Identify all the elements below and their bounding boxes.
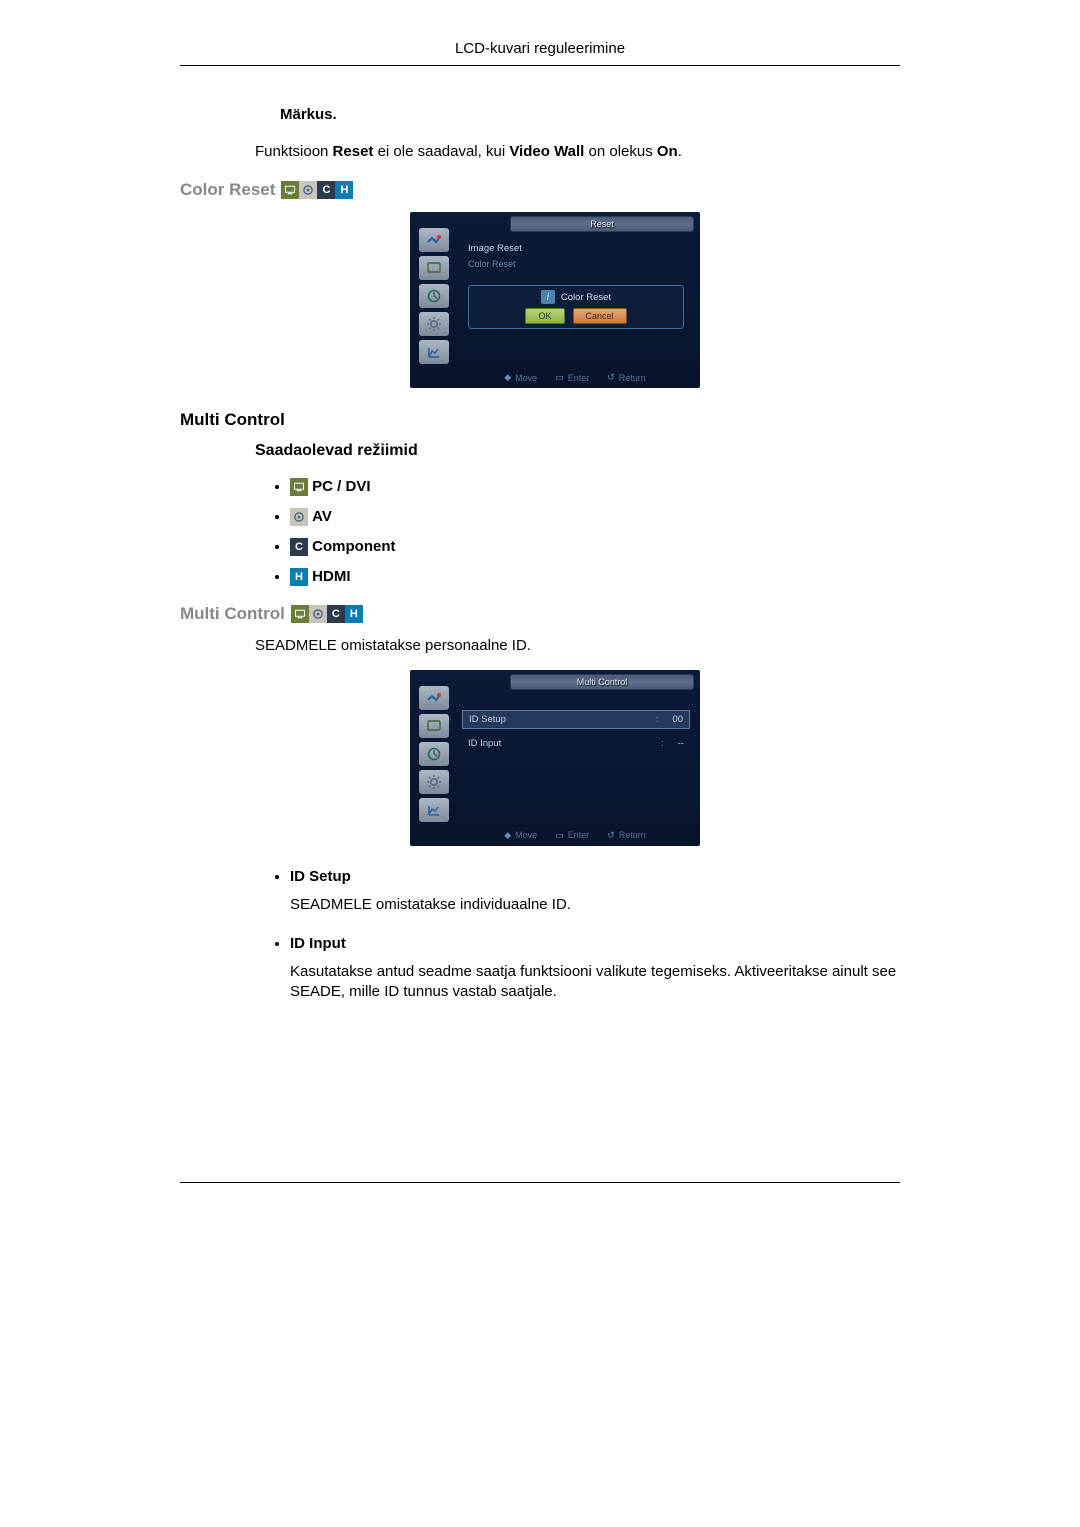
move-glyph-icon: ◆ [504,372,511,383]
mode-label: Component [312,538,395,555]
return-glyph-icon: ↺ [607,830,615,841]
note-text: . [678,143,682,160]
osd-footer-enter: Enter [568,830,590,840]
mode-av: AV [290,508,900,526]
section-multi-control-sub-label: Multi Control [180,604,285,624]
item-title: ID Input [290,935,346,952]
modes-list: PC / DVI AV C Component H HDMI [290,478,900,586]
item-desc: Kasutatakse antud seadme saatja funktsio… [290,962,900,1003]
osd-row-colon: : [656,714,659,725]
section-multi-control-sub: Multi Control C H [180,604,900,624]
osd-dialog-title: Color Reset [561,292,611,303]
mode-label: PC / DVI [312,478,370,495]
osd-confirm-dialog: i Color Reset OK Cancel [468,285,684,329]
component-icon: C [317,181,335,199]
osd-footer: ◆ Move ▭ Enter ↺ Return [410,824,700,846]
osd-tab-time-icon [419,742,449,766]
osd-tab-setup-icon [419,770,449,794]
osd-footer-return: Return [619,830,646,840]
component-icon: C [290,538,308,556]
osd-tab-picture-icon [419,256,449,280]
note-on: On [657,143,678,160]
note-text: Funktsioon [255,143,333,160]
subsection-available-modes: Saadaolevad režiimid [255,442,900,460]
note-text: ei ole saadaval, kui [373,143,509,160]
note-body: Funktsioon Reset ei ole saadaval, kui Vi… [255,143,900,160]
osd-row-image-reset: Image Reset [462,240,690,257]
pc-dvi-icon [291,605,309,623]
mode-label: HDMI [312,568,350,585]
osd-footer-return: Return [619,373,646,383]
ok-button[interactable]: OK [525,308,564,324]
hdmi-icon: H [335,181,353,199]
info-icon: i [541,290,555,304]
osd-row-label: ID Setup [469,714,506,725]
move-glyph-icon: ◆ [504,830,511,841]
osd-row-color-reset: Color Reset [462,257,690,271]
return-glyph-icon: ↺ [607,372,615,383]
section-color-reset-label: Color Reset [180,180,275,200]
pc-dvi-icon [281,181,299,199]
component-icon: C [327,605,345,623]
note-reset: Reset [333,143,374,160]
osd-multicontrol-screenshot: Multi Control ID Setup : 00 ID Input [410,670,700,846]
enter-glyph-icon: ▭ [555,830,564,841]
av-icon [309,605,327,623]
pc-dvi-icon [290,478,308,496]
osd-footer: ◆ Move ▭ Enter ↺ Return [410,366,700,388]
mode-hdmi: H HDMI [290,568,900,586]
list-item: ID Setup SEADMELE omistatakse individuaa… [290,868,900,915]
osd-row-colon: : [661,738,664,749]
note-videowall: Video Wall [509,143,584,160]
section-multi-control: Multi Control [180,410,900,430]
av-icon [299,181,317,199]
multi-control-items: ID Setup SEADMELE omistatakse individuaa… [290,868,900,1003]
osd-row-label: ID Input [468,738,501,749]
mode-pc-dvi: PC / DVI [290,478,900,496]
item-desc: SEADMELE omistatakse individuaalne ID. [290,895,900,915]
page-header: LCD-kuvari reguleerimine [180,40,900,66]
osd-footer-enter: Enter [568,373,590,383]
osd-tab-input-icon [419,686,449,710]
footer-rule [180,1182,900,1183]
note-text: on olekus [584,143,657,160]
osd-tab-multi-icon [419,340,449,364]
mode-icons-group: C H [291,605,363,623]
hdmi-icon: H [345,605,363,623]
osd-sidebar [410,680,458,824]
cancel-button[interactable]: Cancel [573,308,627,324]
osd-tab-input-icon [419,228,449,252]
osd-tab-multi-icon [419,798,449,822]
av-icon [290,508,308,526]
note-label: Märkus. [280,106,900,123]
multi-control-intro: SEADMELE omistatakse personaalne ID. [255,636,900,656]
osd-row-value: 00 [672,714,683,725]
osd-reset-screenshot: Reset Image Reset Color Reset i Color Re… [410,212,700,388]
item-title: ID Setup [290,868,351,885]
hdmi-icon: H [290,568,308,586]
osd-row-id-setup[interactable]: ID Setup : 00 [462,710,690,729]
osd-tab-picture-icon [419,714,449,738]
mode-icons-group: C H [281,181,353,199]
osd-row-value: -- [678,738,684,749]
osd-footer-move: Move [515,830,537,840]
osd-tab-setup-icon [419,312,449,336]
osd-footer-move: Move [515,373,537,383]
enter-glyph-icon: ▭ [555,372,564,383]
osd-sidebar [410,222,458,366]
mode-label: AV [312,508,332,525]
osd-tab-time-icon [419,284,449,308]
mode-component: C Component [290,538,900,556]
list-item: ID Input Kasutatakse antud seadme saatja… [290,935,900,1003]
section-color-reset: Color Reset C H [180,180,900,200]
osd-row-label: Image Reset [468,243,522,254]
osd-row-id-input[interactable]: ID Input : -- [462,735,690,752]
